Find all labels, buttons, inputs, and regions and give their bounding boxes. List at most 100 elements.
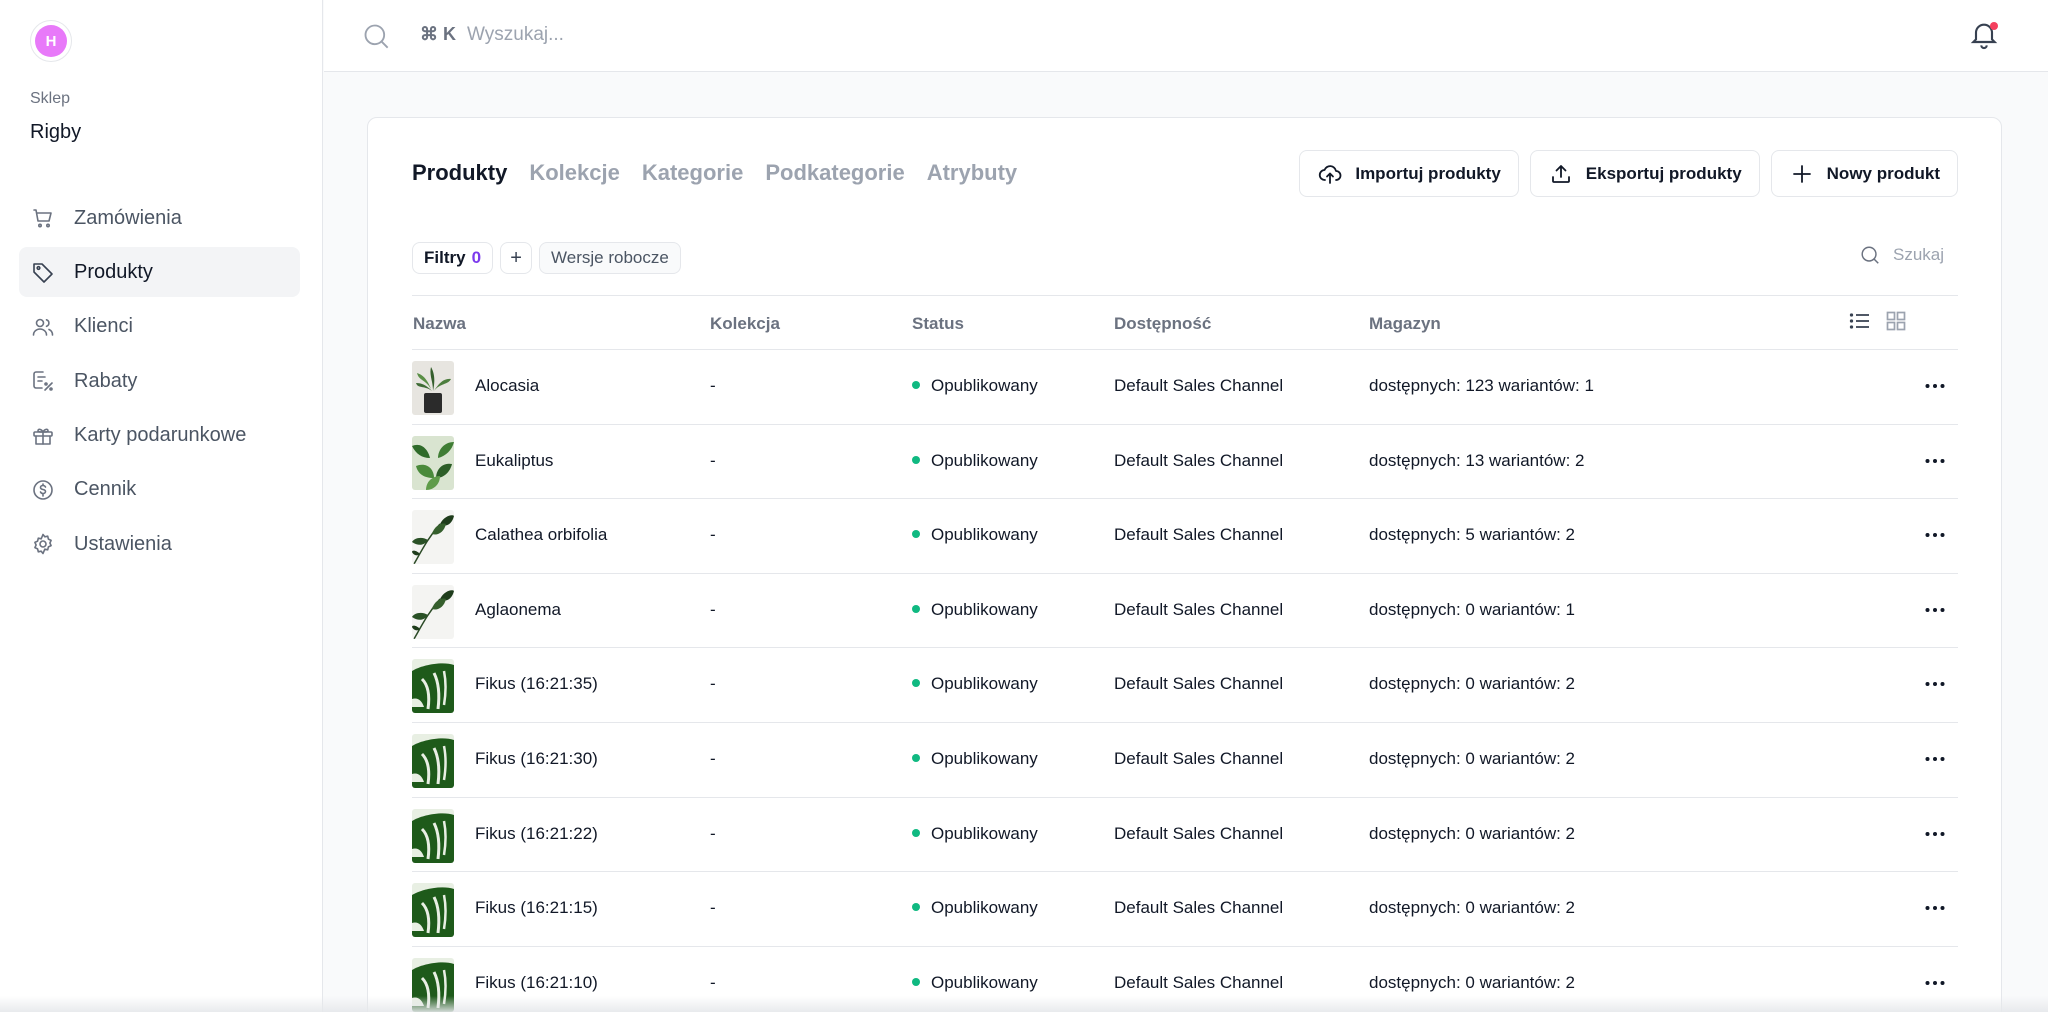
product-inventory: dostępnych: 13 wariantów: 2 <box>1369 450 1585 470</box>
product-name[interactable]: Alocasia <box>475 376 539 396</box>
product-status: Opublikowany <box>912 451 1038 471</box>
product-inventory: dostępnych: 0 wariantów: 2 <box>1369 898 1576 918</box>
row-actions-button[interactable] <box>1923 971 1947 995</box>
status-label: Opublikowany <box>931 823 1038 843</box>
product-name[interactable]: Fikus (16:21:15) <box>475 898 598 918</box>
row-actions-button[interactable] <box>1923 523 1947 547</box>
grid-view-button[interactable] <box>1884 309 1908 338</box>
sidebar-item-label: Karty podarunkowe <box>74 424 247 447</box>
status-dot <box>912 828 920 837</box>
row-actions-button[interactable] <box>1923 449 1947 473</box>
row-actions-button[interactable] <box>1923 598 1947 622</box>
tab-collections[interactable]: Kolekcje <box>529 160 620 186</box>
more-horizontal-icon <box>1925 458 1945 463</box>
filters-button[interactable]: Filtry 0 <box>412 242 494 274</box>
status-dot <box>912 977 920 986</box>
table-row[interactable]: Eukaliptus - Opublikowany Default Sales … <box>412 425 1958 500</box>
product-thumbnail <box>412 510 454 565</box>
export-products-button[interactable]: Eksportuj produkty <box>1529 150 1760 197</box>
new-product-button[interactable]: Nowy produkt <box>1770 150 1958 197</box>
plus-icon <box>1792 164 1811 183</box>
column-header-status[interactable]: Status <box>912 314 964 334</box>
table-row[interactable]: Fikus (16:21:30) - Opublikowany Default … <box>412 723 1958 798</box>
product-collection: - <box>710 823 716 843</box>
product-name[interactable]: Fikus (16:21:22) <box>475 824 598 844</box>
product-name[interactable]: Fikus (16:21:10) <box>475 973 598 993</box>
sidebar-item-gift-cards[interactable]: Karty podarunkowe <box>19 411 300 461</box>
import-products-button[interactable]: Importuj produkty <box>1299 150 1519 197</box>
table-row[interactable]: Aglaonema - Opublikowany Default Sales C… <box>412 574 1958 649</box>
row-actions-button[interactable] <box>1923 747 1947 771</box>
sidebar-item-orders[interactable]: Zamówienia <box>19 193 300 243</box>
sidebar-item-pricing[interactable]: Cennik <box>19 465 300 515</box>
product-name[interactable]: Aglaonema <box>475 600 561 620</box>
tab-attributes[interactable]: Atrybuty <box>927 160 1017 186</box>
more-horizontal-icon <box>1925 607 1945 612</box>
table-row[interactable]: Fikus (16:21:22) - Opublikowany Default … <box>412 798 1958 873</box>
sidebar-item-settings[interactable]: Ustawienia <box>19 519 300 569</box>
table-row[interactable]: Alocasia - Opublikowany Default Sales Ch… <box>412 350 1958 425</box>
status-dot <box>912 679 920 688</box>
status-label: Opublikowany <box>931 898 1038 918</box>
filters-count: 0 <box>471 248 482 267</box>
row-actions-button[interactable] <box>1923 672 1947 696</box>
sidebar-item-customers[interactable]: Klienci <box>19 302 300 352</box>
product-status: Opublikowany <box>912 749 1038 769</box>
status-label: Opublikowany <box>931 450 1038 470</box>
global-search-input[interactable] <box>467 20 1067 50</box>
product-name[interactable]: Calathea orbifolia <box>475 525 607 545</box>
more-horizontal-icon <box>1925 906 1945 911</box>
table-row[interactable]: Fikus (16:21:15) - Opublikowany Default … <box>412 872 1958 947</box>
bottom-shadow <box>0 996 2048 1012</box>
add-filter-button[interactable]: + <box>500 242 533 274</box>
product-inventory: dostępnych: 0 wariantów: 2 <box>1369 748 1576 768</box>
product-thumbnail <box>412 435 454 490</box>
product-name[interactable]: Fikus (16:21:35) <box>475 674 598 694</box>
users-icon <box>32 318 54 336</box>
product-collection: - <box>710 599 716 619</box>
row-actions-button[interactable] <box>1923 822 1947 846</box>
product-collection: - <box>710 525 716 545</box>
table-header: Nazwa Kolekcja Status Dostępność Magazyn <box>412 295 1958 350</box>
table-row[interactable]: Calathea orbifolia - Opublikowany Defaul… <box>412 499 1958 574</box>
column-header-inventory[interactable]: Magazyn <box>1369 314 1441 334</box>
table-row[interactable]: Fikus (16:21:35) - Opublikowany Default … <box>412 648 1958 723</box>
product-inventory: dostępnych: 5 wariantów: 2 <box>1369 525 1576 545</box>
list-view-button[interactable] <box>1848 309 1872 338</box>
row-actions-button[interactable] <box>1923 896 1947 920</box>
product-collection: - <box>710 376 716 395</box>
status-dot <box>912 530 920 539</box>
column-header-collection[interactable]: Kolekcja <box>710 314 780 334</box>
status-dot <box>912 604 920 613</box>
row-actions-button[interactable] <box>1923 374 1947 398</box>
column-header-name[interactable]: Nazwa <box>413 314 466 334</box>
store-avatar[interactable]: H <box>30 20 72 62</box>
product-name[interactable]: Fikus (16:21:30) <box>475 749 598 769</box>
currency-icon <box>33 480 53 500</box>
cart-icon <box>33 209 52 228</box>
drafts-filter-chip[interactable]: Wersje robocze <box>539 242 681 274</box>
table-body: Alocasia - Opublikowany Default Sales Ch… <box>412 350 1958 1012</box>
more-horizontal-icon <box>1925 384 1945 388</box>
sidebar-item-products[interactable]: Produkty <box>19 247 300 298</box>
product-availability: Default Sales Channel <box>1114 898 1284 918</box>
status-label: Opublikowany <box>931 674 1038 694</box>
product-inventory: dostępnych: 123 wariantów: 1 <box>1369 376 1594 395</box>
sidebar-item-discounts[interactable]: Rabaty <box>19 356 300 406</box>
column-header-availability[interactable]: Dostępność <box>1114 314 1211 334</box>
notifications-button[interactable] <box>1968 18 2000 50</box>
search-icon <box>1861 246 1879 264</box>
status-label: Opublikowany <box>931 525 1038 545</box>
product-inventory: dostępnych: 0 wariantów: 1 <box>1369 599 1576 619</box>
table-search-input[interactable] <box>1893 245 1947 265</box>
product-status: Opublikowany <box>912 376 1038 396</box>
tab-categories[interactable]: Kategorie <box>642 160 743 186</box>
view-toggle <box>1848 309 1908 338</box>
product-name[interactable]: Eukaliptus <box>475 451 553 471</box>
products-card: Produkty Kolekcje Kategorie Podkategorie… <box>367 117 2002 1012</box>
product-availability: Default Sales Channel <box>1114 748 1284 768</box>
notification-dot <box>1990 22 1998 30</box>
store-label: Sklep <box>30 90 71 107</box>
tab-products[interactable]: Produkty <box>412 160 507 186</box>
tab-subcategories[interactable]: Podkategorie <box>765 160 904 186</box>
